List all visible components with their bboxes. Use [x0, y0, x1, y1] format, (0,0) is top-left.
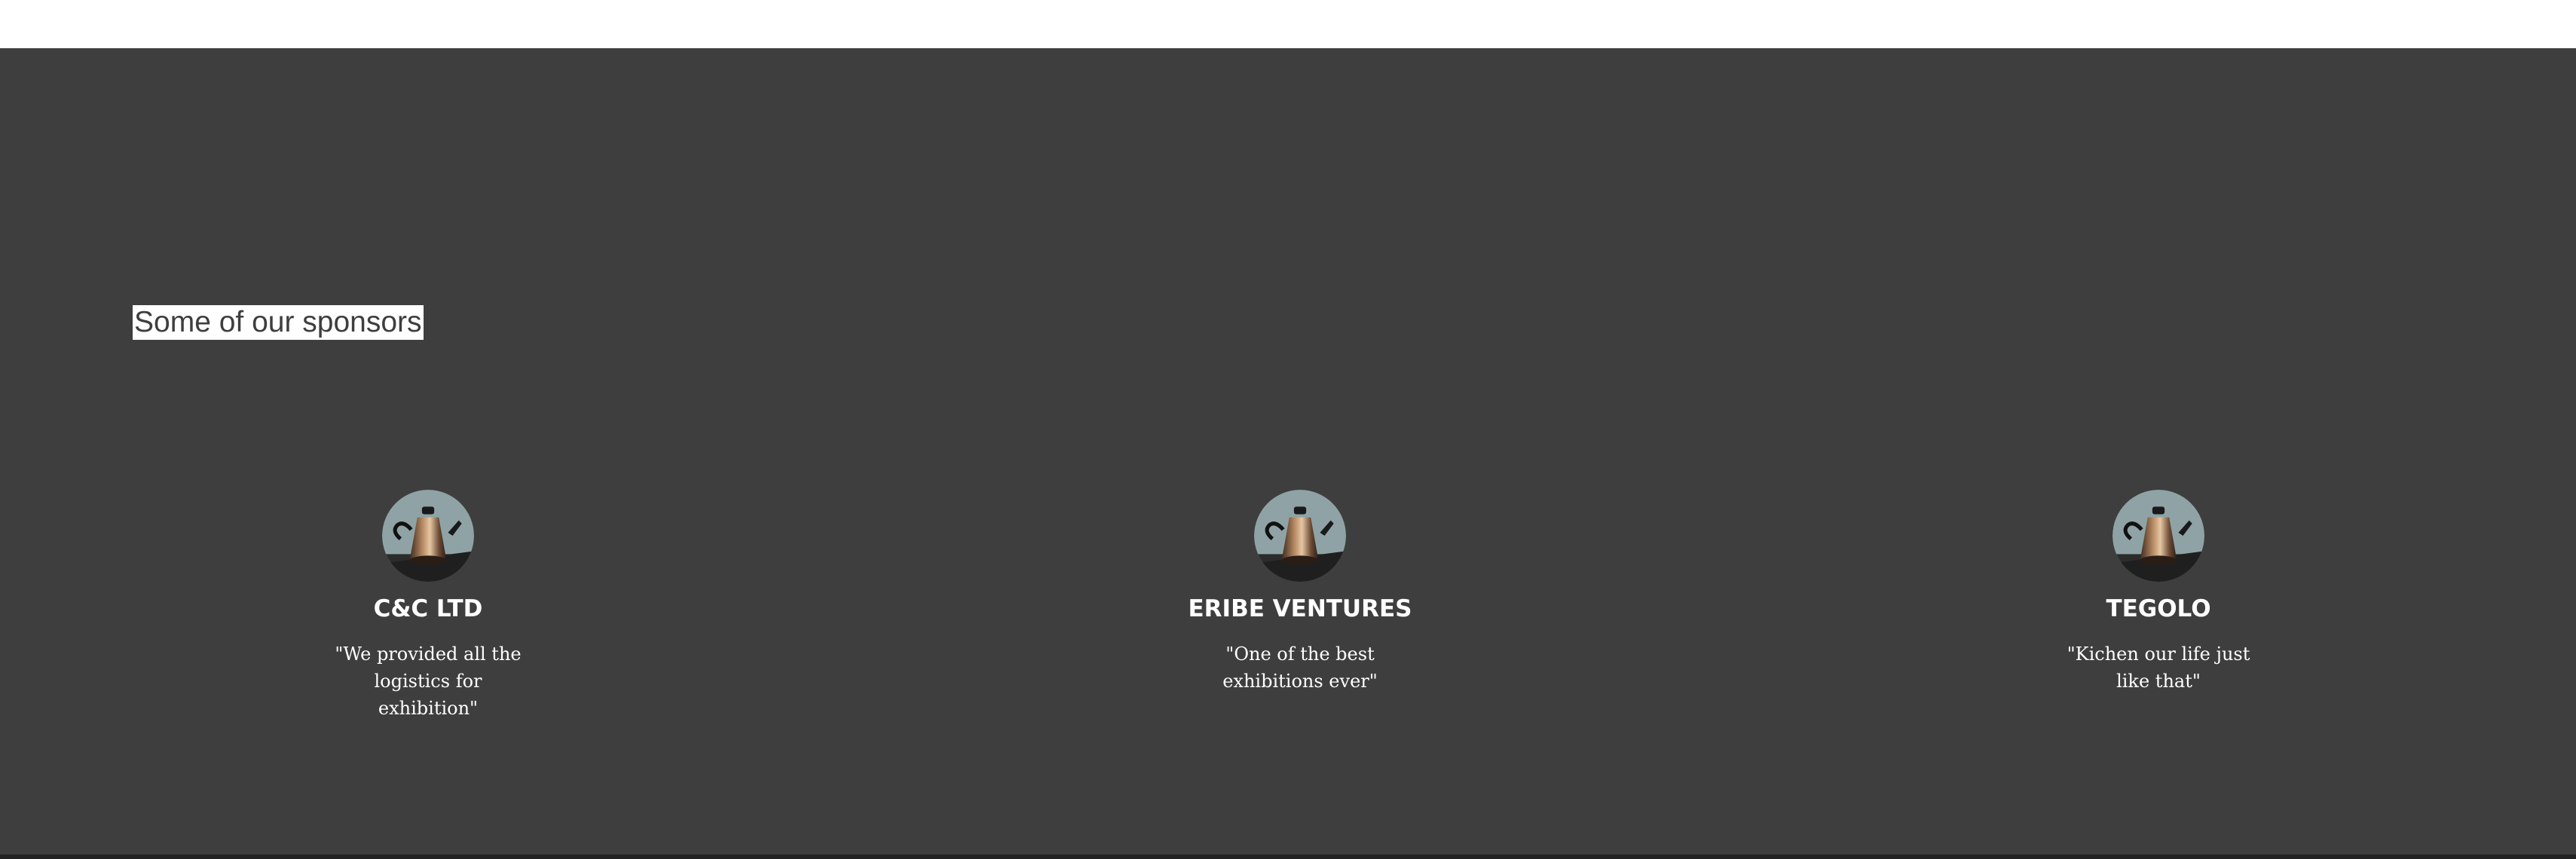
coffee-kettle-image: [2113, 490, 2204, 582]
sponsor-card: TEGOLO "Kichen our life just like that": [1993, 490, 2324, 695]
sponsor-name: TEGOLO: [2106, 595, 2211, 622]
coffee-kettle-image: [382, 490, 474, 582]
section-title: Some of our sponsors: [133, 305, 424, 340]
footer-edge: [0, 854, 2576, 859]
sponsor-quote: "One of the best exhibitions ever": [1222, 643, 1378, 692]
sponsor-quote: "Kichen our life just like that": [2067, 643, 2250, 692]
sponsor-name: C&C LTD: [373, 595, 483, 622]
sponsors-section: [0, 48, 2576, 854]
sponsor-quote: "We provided all the logistics for exhib…: [335, 643, 522, 719]
coffee-kettle-image: [1254, 490, 1346, 582]
top-white-band: [0, 0, 2576, 48]
sponsor-card: ERIBE VENTURES "One of the best exhibiti…: [1134, 490, 1466, 695]
sponsor-name: ERIBE VENTURES: [1188, 595, 1412, 622]
sponsor-card: C&C LTD "We provided all the logistics f…: [262, 490, 594, 722]
